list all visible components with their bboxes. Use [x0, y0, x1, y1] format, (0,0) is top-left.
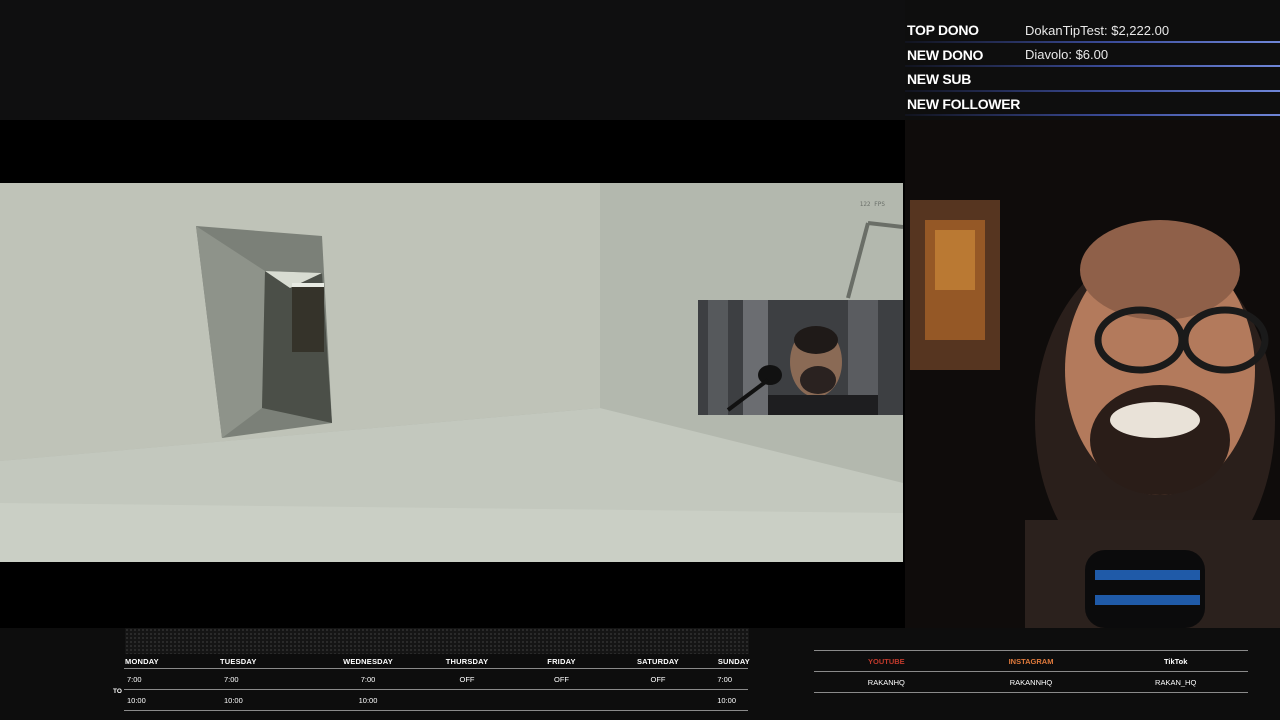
- alert-top-dono-label: TOP DONO: [907, 22, 979, 39]
- alert-divider: [905, 114, 1280, 116]
- alert-new-dono-label: NEW DONO: [907, 46, 984, 63]
- alert-new-dono-value: Diavolo: $6.00: [1025, 47, 1109, 63]
- schedule-to-label: TO: [113, 688, 122, 695]
- streamer-facecam: [905, 120, 1280, 628]
- end-sunday: 10:00: [717, 695, 736, 705]
- social-links: YOUTUBE INSTAGRAM TikTok RAKANHQ RAKANNH…: [814, 650, 1248, 693]
- start-saturday: OFF: [650, 674, 666, 684]
- start-friday: OFF: [554, 674, 569, 684]
- schedule-day-headers: MONDAY TUESDAY WEDNESDAY THURSDAY FRIDAY…: [122, 655, 750, 668]
- socials-handle-row: RAKANHQ RAKANNHQ RAKAN_HQ: [814, 672, 1248, 692]
- start-thursday: OFF: [459, 674, 475, 684]
- guest-webcam-image: [698, 300, 903, 415]
- day-sunday: SUNDAY: [717, 657, 750, 666]
- day-friday: FRIDAY: [547, 657, 576, 666]
- schedule-pattern-strip: [125, 628, 749, 654]
- facecam-image: [905, 120, 1280, 628]
- tiktok-handle[interactable]: RAKAN_HQ: [1103, 678, 1248, 687]
- day-wednesday: WEDNESDAY: [343, 657, 393, 666]
- schedule-start-row: 7:00 7:00 7:00 OFF OFF OFF 7:00: [122, 669, 750, 689]
- bottom-info-bar: TO MONDAY TUESDAY WEDNESDAY THURSDAY FRI…: [0, 628, 1280, 720]
- stream-overlay: TOP DONO DokanTipTest: $2,222.00 NEW DON…: [0, 0, 1280, 720]
- alert-new-follower-label: NEW FOLLOWER: [907, 95, 1021, 112]
- corridor-door: [292, 286, 324, 352]
- start-tuesday: 7:00: [224, 674, 239, 684]
- schedule-divider: [124, 710, 748, 711]
- alert-new-follower: NEW FOLLOWER: [905, 92, 1280, 116]
- end-monday: 10:00: [127, 695, 146, 705]
- socials-header-row: YOUTUBE INSTAGRAM TikTok: [814, 651, 1248, 671]
- alert-top-dono-value: DokanTipTest: $2,222.00: [1025, 22, 1170, 38]
- start-sunday: 7:00: [717, 674, 732, 684]
- youtube-handle[interactable]: RAKANHQ: [814, 678, 959, 687]
- day-tuesday: TUESDAY: [220, 657, 257, 666]
- day-thursday: THURSDAY: [445, 657, 489, 666]
- alert-new-dono: NEW DONO Diavolo: $6.00: [905, 43, 1280, 67]
- alert-new-sub-label: NEW SUB: [907, 71, 972, 88]
- youtube-label[interactable]: YOUTUBE: [814, 657, 959, 666]
- tiktok-label[interactable]: TikTok: [1103, 657, 1248, 666]
- fps-counter: 122 FPS: [859, 201, 885, 208]
- start-monday: 7:00: [127, 674, 142, 684]
- alert-top-dono: TOP DONO DokanTipTest: $2,222.00: [905, 18, 1280, 43]
- socials-divider: [814, 692, 1248, 693]
- end-tuesday: 10:00: [224, 695, 243, 705]
- instagram-handle[interactable]: RAKANNHQ: [959, 678, 1104, 687]
- end-wednesday: 10:00: [358, 695, 378, 705]
- guest-webcam: [698, 300, 903, 415]
- alerts-panel: TOP DONO DokanTipTest: $2,222.00 NEW DON…: [905, 18, 1280, 122]
- instagram-label[interactable]: INSTAGRAM: [959, 657, 1104, 666]
- start-wednesday: 7:00: [360, 674, 376, 684]
- schedule-end-row: 10:00 10:00 10:00 10:00: [122, 690, 750, 710]
- day-monday: MONDAY: [125, 657, 159, 666]
- day-saturday: SATURDAY: [636, 657, 680, 666]
- alert-new-sub: NEW SUB: [905, 67, 1280, 92]
- stream-schedule: MONDAY TUESDAY WEDNESDAY THURSDAY FRIDAY…: [122, 655, 750, 711]
- top-empty-band: [0, 0, 905, 120]
